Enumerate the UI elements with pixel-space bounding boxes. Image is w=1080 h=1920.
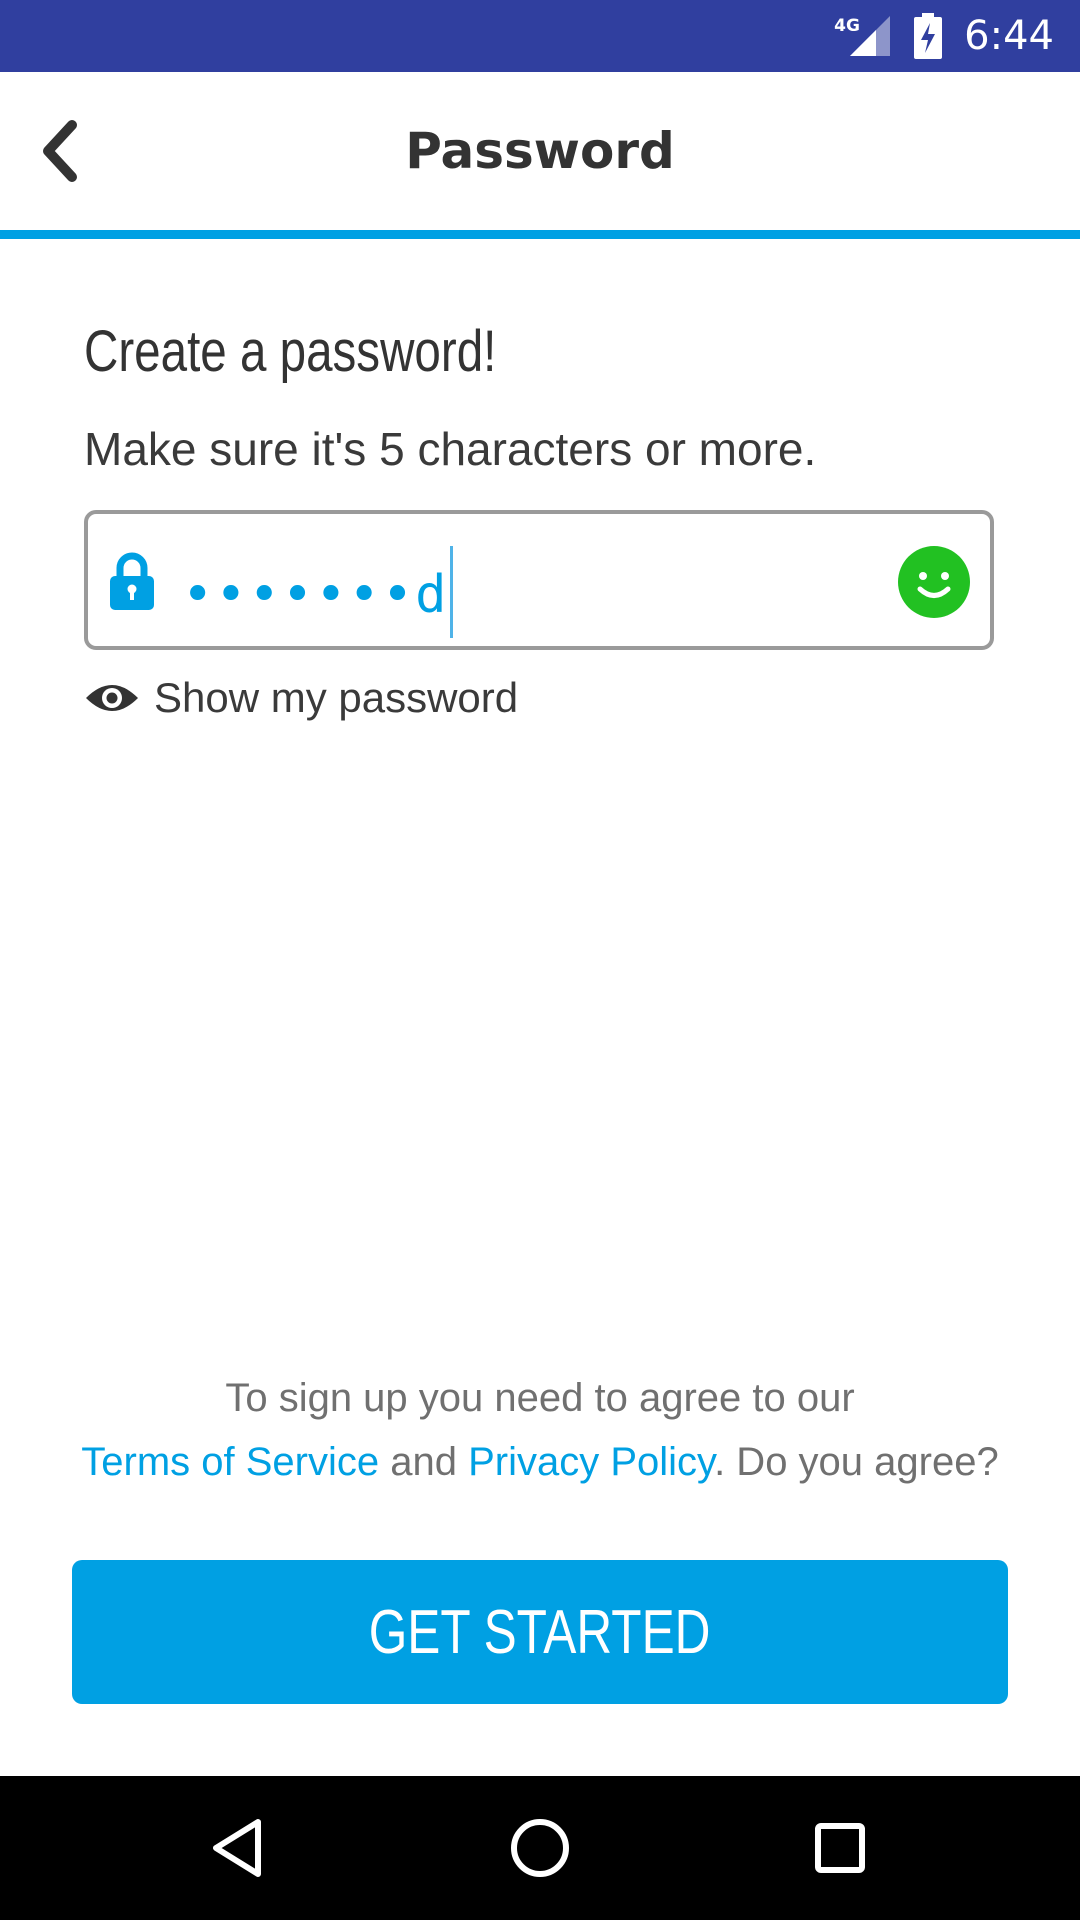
eye-icon xyxy=(86,685,138,711)
nav-back-button[interactable] xyxy=(198,1806,282,1890)
show-password-label: Show my password xyxy=(154,674,519,721)
heading: Create a password! xyxy=(84,319,497,384)
password-value: •••••••d xyxy=(182,565,449,625)
nav-recents-button[interactable] xyxy=(798,1806,882,1890)
network-type: 4G xyxy=(834,16,860,36)
back-triangle-icon xyxy=(213,1819,261,1877)
progress-line xyxy=(0,230,1080,239)
signal-icon: 4G xyxy=(834,14,892,58)
home-circle-icon xyxy=(511,1819,569,1877)
get-started-button[interactable]: GET STARTED xyxy=(72,1560,1008,1704)
lock-icon xyxy=(110,552,154,610)
smiley-icon xyxy=(898,546,970,618)
password-field[interactable]: •••••••d xyxy=(84,510,994,650)
show-password-toggle[interactable]: Show my password xyxy=(84,668,518,728)
terms-of-service-link[interactable]: Terms of Service xyxy=(81,1440,379,1484)
system-nav-bar xyxy=(0,1776,1080,1920)
terms-text: To sign up you need to agree to our Term… xyxy=(0,1366,1080,1494)
password-input[interactable]: •••••••d xyxy=(182,546,454,644)
subheading: Make sure it's 5 characters or more. xyxy=(84,423,817,475)
app-bar: Password xyxy=(0,72,1080,230)
status-bar: 4G 6:44 xyxy=(0,0,1080,72)
terms-line1: To sign up you need to agree to our xyxy=(225,1376,855,1420)
privacy-policy-link[interactable]: Privacy Policy xyxy=(468,1440,714,1484)
recents-square-icon xyxy=(815,1823,865,1873)
text-cursor xyxy=(450,546,454,638)
page-title: Password xyxy=(405,122,675,180)
clock: 6:44 xyxy=(964,13,1054,59)
nav-home-button[interactable] xyxy=(498,1806,582,1890)
terms-and: and xyxy=(379,1440,469,1484)
terms-question: . Do you agree? xyxy=(714,1440,999,1484)
battery-charging-icon xyxy=(914,13,943,59)
status-icons: 4G 6:44 xyxy=(834,0,1054,72)
terms-line2: Terms of Service and Privacy Policy. Do … xyxy=(0,1430,1080,1494)
get-started-label: GET STARTED xyxy=(369,1597,711,1667)
